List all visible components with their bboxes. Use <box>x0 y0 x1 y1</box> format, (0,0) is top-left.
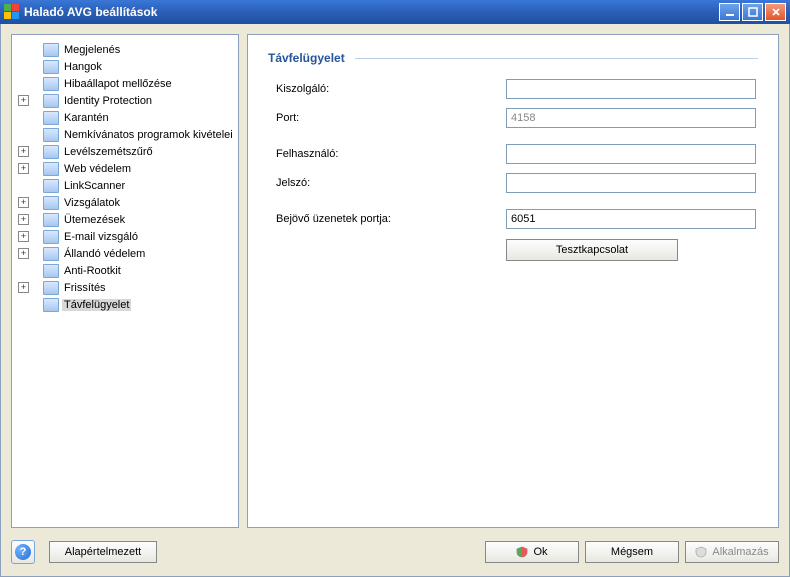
expand-icon[interactable]: + <box>18 248 29 259</box>
tree-item-label: Vizsgálatok <box>62 197 122 209</box>
page-icon <box>43 94 59 108</box>
tree-item-label: Anti-Rootkit <box>62 265 123 277</box>
tree-panel: Megjelenés Hangok Hibaállapot mellőzése + Id… <box>11 34 239 528</box>
password-label: Jelszó: <box>276 177 506 189</box>
port-label: Port: <box>276 112 506 124</box>
user-label: Felhasználó: <box>276 148 506 160</box>
page-icon <box>43 298 59 312</box>
tree-item[interactable]: Karantén <box>14 109 236 126</box>
ok-button[interactable]: Ok <box>485 541 579 563</box>
page-icon <box>43 162 59 176</box>
form-row-password: Jelszó: <box>268 173 758 193</box>
tree-item[interactable]: Hangok <box>14 58 236 75</box>
tree-item[interactable]: + E-mail vizsgáló <box>14 228 236 245</box>
client-area: Megjelenés Hangok Hibaállapot mellőzése + Id… <box>0 24 790 577</box>
section-rule <box>355 58 758 59</box>
tree-item-label: Ütemezések <box>62 214 127 226</box>
page-icon <box>43 264 59 278</box>
section-title: Távfelügyelet <box>268 51 758 65</box>
maximize-button[interactable] <box>742 3 763 21</box>
tree-item[interactable]: Hibaállapot mellőzése <box>14 75 236 92</box>
main-panel: Távfelügyelet Kiszolgáló: Port: Felhaszn… <box>247 34 779 528</box>
tree-item-label: Levélszemétszűrő <box>62 146 155 158</box>
window-title: Haladó AVG beállítások <box>24 5 719 19</box>
shield-icon <box>516 546 528 558</box>
tree-item[interactable]: + Frissítés <box>14 279 236 296</box>
tree-item[interactable]: + Identity Protection <box>14 92 236 109</box>
bottom-bar: ? Alapértelmezett Ok Mégsem Alkalmazás <box>11 538 779 566</box>
port-input <box>506 108 756 128</box>
tree-item[interactable]: Nemkívánatos programok kivételei <box>14 126 236 143</box>
server-label: Kiszolgáló: <box>276 83 506 95</box>
expand-icon[interactable]: + <box>18 95 29 106</box>
expand-icon[interactable]: + <box>18 282 29 293</box>
tree-item[interactable]: + Levélszemétszűrő <box>14 143 236 160</box>
help-icon: ? <box>15 544 31 560</box>
apply-button[interactable]: Alkalmazás <box>685 541 779 563</box>
page-icon <box>43 145 59 159</box>
minimize-button[interactable] <box>719 3 740 21</box>
close-button[interactable] <box>765 3 786 21</box>
tree-item-label: E-mail vizsgáló <box>62 231 140 243</box>
page-icon <box>43 43 59 57</box>
page-icon <box>43 128 59 142</box>
tree-item[interactable]: + Állandó védelem <box>14 245 236 262</box>
tree-item-label: Nemkívánatos programok kivételei <box>62 129 235 141</box>
window-buttons <box>719 3 786 21</box>
expand-icon[interactable]: + <box>18 197 29 208</box>
apply-button-label: Alkalmazás <box>712 546 768 558</box>
expand-icon[interactable]: + <box>18 146 29 157</box>
tree-item-label: Állandó védelem <box>62 248 147 260</box>
help-button[interactable]: ? <box>11 540 35 564</box>
expand-icon[interactable]: + <box>18 214 29 225</box>
tree-item-label: Hibaállapot mellőzése <box>62 78 174 90</box>
content-area: Megjelenés Hangok Hibaállapot mellőzése + Id… <box>11 34 779 528</box>
page-icon <box>43 60 59 74</box>
page-icon <box>43 247 59 261</box>
page-icon <box>43 196 59 210</box>
form-row-port: Port: <box>268 108 758 128</box>
cancel-button[interactable]: Mégsem <box>585 541 679 563</box>
page-icon <box>43 77 59 91</box>
tree-item[interactable]: + Web védelem <box>14 160 236 177</box>
page-icon <box>43 213 59 227</box>
tree-item[interactable]: Távfelügyelet <box>14 296 236 313</box>
titlebar: Haladó AVG beállítások <box>0 0 790 24</box>
tree-item[interactable]: + Vizsgálatok <box>14 194 236 211</box>
password-input[interactable] <box>506 173 756 193</box>
tree-item-label: Hangok <box>62 61 104 73</box>
form-row-server: Kiszolgáló: <box>268 79 758 99</box>
tree-item-label: Távfelügyelet <box>62 299 131 311</box>
ok-button-label: Ok <box>533 546 547 558</box>
server-input[interactable] <box>506 79 756 99</box>
section-title-text: Távfelügyelet <box>268 51 345 65</box>
tree-item-label: LinkScanner <box>62 180 127 192</box>
test-connection-button[interactable]: Tesztkapcsolat <box>506 239 678 261</box>
form-row-incoming-port: Bejövő üzenetek portja: <box>268 209 758 229</box>
page-icon <box>43 281 59 295</box>
shield-icon <box>695 546 707 558</box>
tree-item[interactable]: + Ütemezések <box>14 211 236 228</box>
tree-item-label: Megjelenés <box>62 44 122 56</box>
expand-icon[interactable]: + <box>18 231 29 242</box>
tree-item-label: Identity Protection <box>62 95 154 107</box>
form-row-user: Felhasználó: <box>268 144 758 164</box>
page-icon <box>43 179 59 193</box>
incoming-port-label: Bejövő üzenetek portja: <box>276 213 506 225</box>
tree-item[interactable]: Anti-Rootkit <box>14 262 236 279</box>
tree-item[interactable]: Megjelenés <box>14 41 236 58</box>
expand-icon[interactable]: + <box>18 163 29 174</box>
test-button-row: Tesztkapcsolat <box>268 239 758 261</box>
default-button[interactable]: Alapértelmezett <box>49 541 157 563</box>
user-input[interactable] <box>506 144 756 164</box>
tree-item-label: Web védelem <box>62 163 133 175</box>
tree-item-label: Frissítés <box>62 282 108 294</box>
tree-item-label: Karantén <box>62 112 111 124</box>
page-icon <box>43 230 59 244</box>
app-icon <box>4 4 20 20</box>
tree-item[interactable]: LinkScanner <box>14 177 236 194</box>
page-icon <box>43 111 59 125</box>
incoming-port-input[interactable] <box>506 209 756 229</box>
